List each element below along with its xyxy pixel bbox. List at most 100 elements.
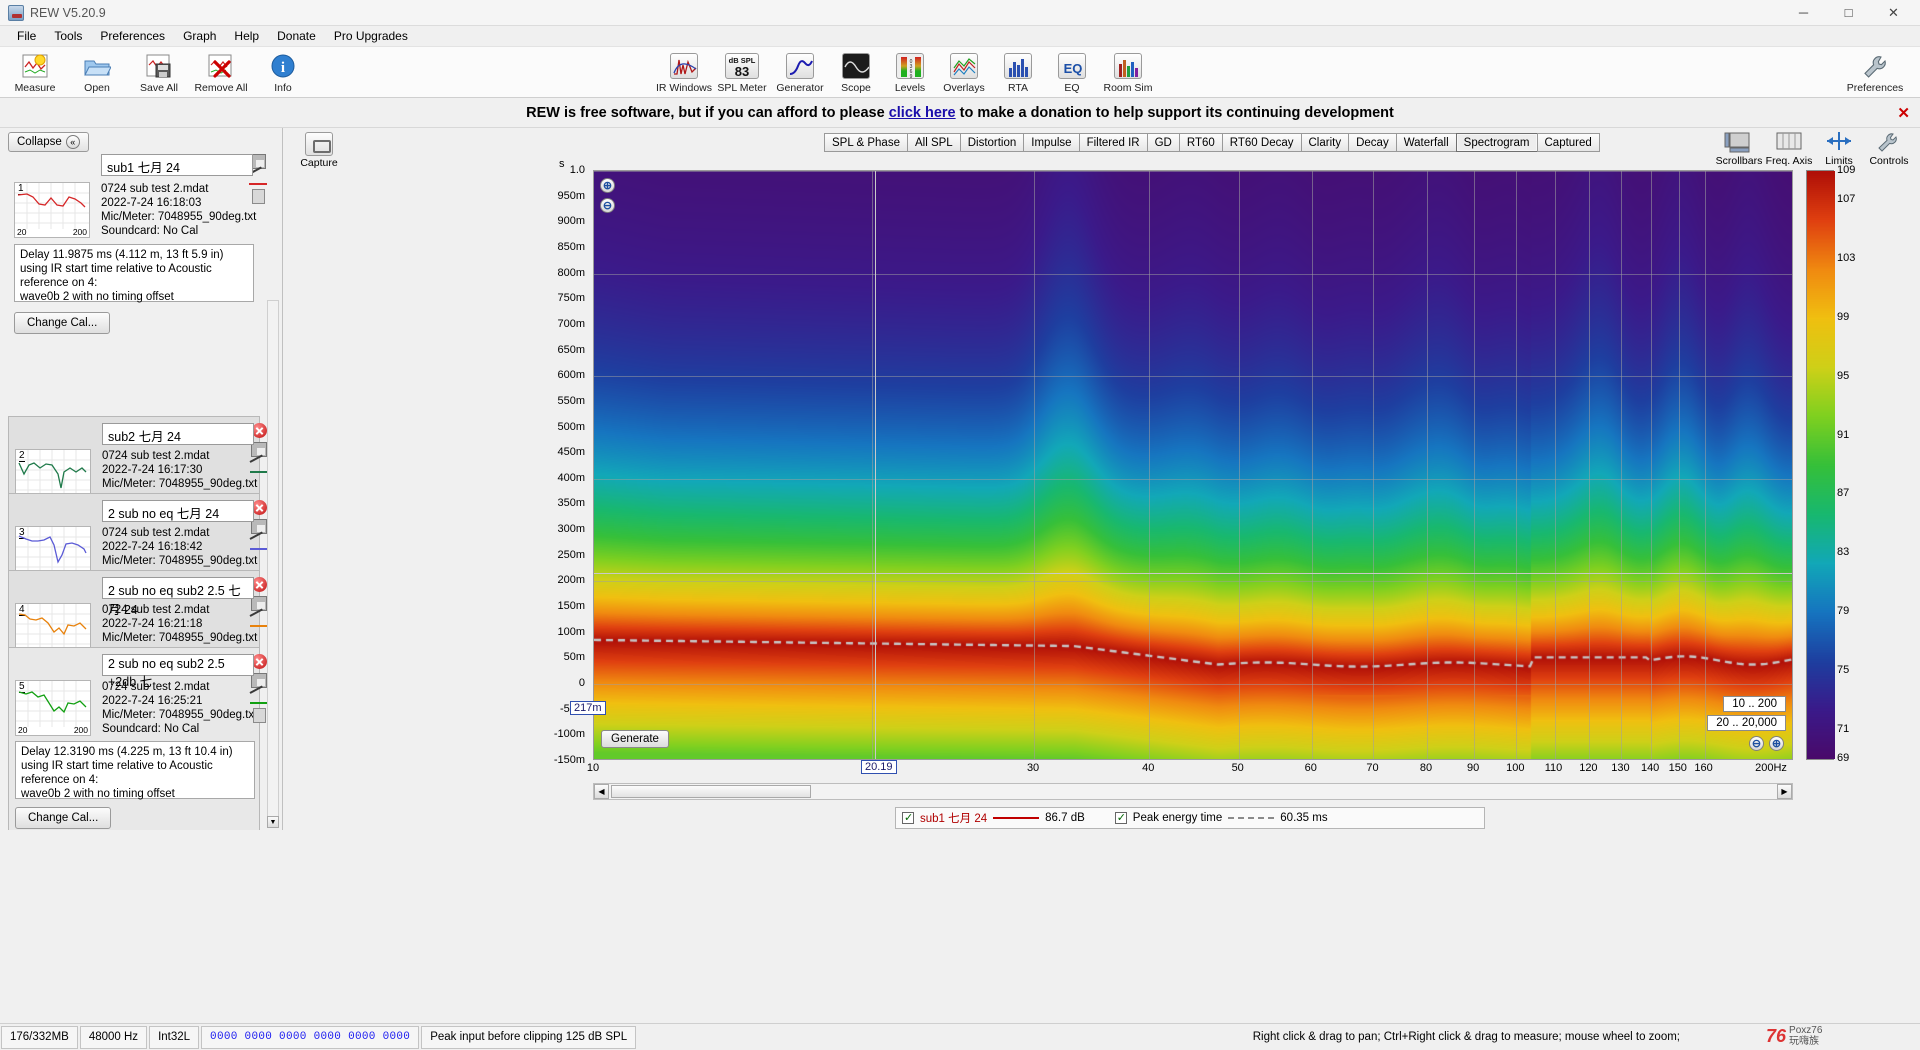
maximize-button[interactable]: □ xyxy=(1826,0,1871,26)
eq-button[interactable]: EQ EQ xyxy=(1045,49,1099,94)
grid-line-vertical xyxy=(1311,171,1313,759)
rta-button[interactable]: RTA xyxy=(991,49,1045,94)
banner-close-icon[interactable]: ✕ xyxy=(1897,104,1910,122)
cursor-horizontal-line[interactable] xyxy=(594,572,1792,574)
tab-filtered-ir[interactable]: Filtered IR xyxy=(1078,133,1147,152)
overlay-visibility-checkbox[interactable] xyxy=(1114,811,1127,824)
room-sim-label: Room Sim xyxy=(1103,82,1153,94)
spectrogram-canvas[interactable] xyxy=(594,171,1792,759)
freq-axis-button[interactable]: Freq. Axis xyxy=(1764,129,1814,167)
x-axis-tick: 30 xyxy=(1026,762,1040,774)
y-axis: 1.0 950m 900m 850m 800m 750m 700m 650m 600m 550m 5… xyxy=(523,164,591,766)
controls-button[interactable]: Controls xyxy=(1864,129,1914,167)
legend-overlay-line xyxy=(1228,817,1275,819)
measurement-item-2[interactable]: sub2 七月 24 2 20 xyxy=(8,416,268,518)
measurement-item-5[interactable]: 2 sub no eq sub2 2.5 +2db 七 5 20 200 072… xyxy=(8,647,268,830)
sidebar-scroll-down-button[interactable]: ▼ xyxy=(267,816,279,828)
preferences-label: Preferences xyxy=(1846,82,1904,94)
trace-visibility-checkbox[interactable] xyxy=(902,811,914,824)
graph-controls: Scrollbars Freq. Axis Limits Controls xyxy=(1714,129,1914,167)
tab-rt60[interactable]: RT60 xyxy=(1178,133,1222,152)
tab-waterfall[interactable]: Waterfall xyxy=(1395,133,1456,152)
tab-spectrogram[interactable]: Spectrogram xyxy=(1455,133,1537,152)
measurement-item-4[interactable]: 2 sub no eq sub2 2.5 七月 24 4 0724 sub te… xyxy=(8,570,268,672)
measurement-name-input-2[interactable]: sub2 七月 24 xyxy=(102,423,254,445)
minimize-button[interactable]: ─ xyxy=(1781,0,1826,26)
room-sim-button[interactable]: Room Sim xyxy=(1099,49,1157,94)
trace-color-icon-2[interactable] xyxy=(249,454,268,473)
cursor-vertical-line[interactable] xyxy=(875,171,877,759)
range-button-20-20000[interactable]: 20 .. 20,000 xyxy=(1707,715,1786,731)
trace-color-icon-3[interactable] xyxy=(249,531,268,550)
menu-donate[interactable]: Donate xyxy=(268,27,325,45)
measurement-soundcard-5: Soundcard: No Cal xyxy=(102,723,200,735)
generator-button[interactable]: Generator xyxy=(771,49,829,94)
zoom-in-button[interactable]: ⊕ xyxy=(600,178,615,193)
scrollbars-button[interactable]: Scrollbars xyxy=(1714,129,1764,167)
scope-button[interactable]: Scope xyxy=(829,49,883,94)
open-button[interactable]: Open xyxy=(66,49,128,94)
zoom-out-button[interactable]: ⊖ xyxy=(600,198,615,213)
plot-zoom-out-small[interactable]: ⊖ xyxy=(1749,736,1764,751)
menu-pro-upgrades[interactable]: Pro Upgrades xyxy=(325,27,417,45)
tab-rt60-decay[interactable]: RT60 Decay xyxy=(1221,133,1301,152)
limits-button[interactable]: Limits xyxy=(1814,129,1864,167)
measurement-name-input-4[interactable]: 2 sub no eq sub2 2.5 七月 24 xyxy=(102,577,254,617)
tab-decay[interactable]: Decay xyxy=(1348,133,1396,152)
spl-meter-button[interactable]: dB SPL 83 SPL Meter xyxy=(713,49,771,94)
remove-all-button[interactable]: Remove All xyxy=(190,49,252,94)
notes-icon-5[interactable] xyxy=(252,708,266,723)
spectrogram-plot[interactable]: ⊕ ⊖ 10 .. 200 20 .. 20,000 ⊖ ⊕ xyxy=(593,170,1793,760)
levels-button[interactable]: 0 3 6 9 Levels xyxy=(883,49,937,94)
banner-text-after: to make a donation to help support its c… xyxy=(955,104,1394,121)
tab-impulse[interactable]: Impulse xyxy=(1023,133,1079,152)
measurement-name-input-3[interactable]: 2 sub no eq 七月 24 xyxy=(102,500,254,522)
measurement-name-input-1[interactable]: sub1 七月 24 xyxy=(101,154,253,176)
plot-zoom-in-small[interactable]: ⊕ xyxy=(1769,736,1784,751)
menu-graph[interactable]: Graph xyxy=(174,27,225,45)
menu-file[interactable]: File xyxy=(8,27,45,45)
donation-link[interactable]: click here xyxy=(889,105,956,121)
scope-label: Scope xyxy=(841,82,871,94)
close-button[interactable]: ✕ xyxy=(1871,0,1916,26)
measurement-file-2: 0724 sub test 2.mdat xyxy=(102,450,210,462)
collapse-button[interactable]: Collapse « xyxy=(8,132,89,152)
controls-icon xyxy=(1864,129,1914,155)
measurement-meta-1: 0724 sub test 2.mdat 2022-7-24 16:18:03 … xyxy=(101,182,256,238)
change-cal-button-1[interactable]: Change Cal... xyxy=(14,312,111,334)
measurement-item-1[interactable]: sub1 七月 24 1 20 200 0724 sub test 2.mdat… xyxy=(8,154,267,419)
measurement-delay-note-5a: using IR start time relative to Acoustic… xyxy=(21,760,213,786)
tab-gd[interactable]: GD xyxy=(1146,133,1179,152)
generate-button[interactable]: Generate xyxy=(601,730,669,748)
trace-color-icon-5[interactable] xyxy=(249,685,268,704)
menu-tools[interactable]: Tools xyxy=(45,27,91,45)
y-axis-tick: 400m xyxy=(557,471,585,484)
horizontal-scrollbar[interactable]: ◀ ▶ xyxy=(593,783,1793,800)
sidebar-scrollbar[interactable] xyxy=(267,300,279,828)
preferences-button[interactable]: Preferences xyxy=(1838,49,1912,94)
notes-icon-1[interactable] xyxy=(251,189,265,204)
scroll-right-button[interactable]: ▶ xyxy=(1777,784,1792,799)
tab-spl-phase[interactable]: SPL & Phase xyxy=(824,133,907,152)
wrench-icon xyxy=(1861,51,1889,81)
measurement-list[interactable]: sub1 七月 24 1 20 200 0724 sub test 2.mdat… xyxy=(0,128,268,830)
measure-button[interactable]: Measure xyxy=(4,49,66,94)
ir-windows-button[interactable]: IR Windows xyxy=(655,49,713,94)
scroll-thumb[interactable] xyxy=(611,785,811,798)
info-button[interactable]: i Info xyxy=(252,49,314,94)
measurement-name-input-5[interactable]: 2 sub no eq sub2 2.5 +2db 七 xyxy=(102,654,254,689)
measurement-item-3[interactable]: 2 sub no eq 七月 24 3 20 xyxy=(8,493,268,595)
change-cal-button-5[interactable]: Change Cal... xyxy=(15,807,112,829)
tab-all-spl[interactable]: All SPL xyxy=(906,133,960,152)
scroll-left-button[interactable]: ◀ xyxy=(594,784,609,799)
tab-clarity[interactable]: Clarity xyxy=(1300,133,1349,152)
menu-help[interactable]: Help xyxy=(225,27,268,45)
trace-color-icon-4[interactable] xyxy=(249,608,268,627)
menu-preferences[interactable]: Preferences xyxy=(91,27,174,45)
tab-captured[interactable]: Captured xyxy=(1536,133,1600,152)
tab-distortion[interactable]: Distortion xyxy=(959,133,1024,152)
capture-button[interactable]: Capture xyxy=(295,132,343,169)
range-button-10-200[interactable]: 10 .. 200 xyxy=(1723,696,1786,712)
save-all-button[interactable]: Save All xyxy=(128,49,190,94)
overlays-button[interactable]: Overlays xyxy=(937,49,991,94)
